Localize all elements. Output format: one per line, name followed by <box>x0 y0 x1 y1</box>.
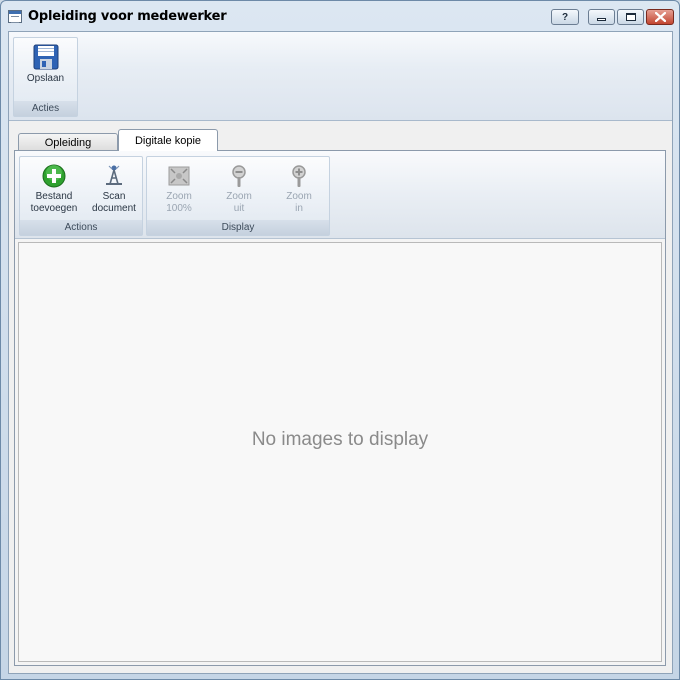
tab-digitale-kopie[interactable]: Digitale kopie <box>118 129 218 151</box>
close-button[interactable] <box>646 9 674 25</box>
save-button[interactable]: Opslaan <box>14 44 77 85</box>
document-ribbon: Bestand toevoegen Scan document Actions … <box>15 151 665 239</box>
zoom-out-button[interactable]: Zoom uit <box>211 164 267 215</box>
maximize-button[interactable] <box>617 9 644 25</box>
ribbon-group-acties: Opslaan Acties <box>13 37 78 117</box>
zoom-out-label-1: Zoom <box>226 191 252 202</box>
zoom-in-button[interactable]: Zoom in <box>271 164 327 215</box>
scan-document-button[interactable]: Scan document <box>86 164 142 215</box>
save-label: Opslaan <box>26 73 65 84</box>
ribbon-group-display: Zoom 100% Zoom uit Zoom in Display <box>146 156 330 236</box>
zoom-out-label-2: uit <box>233 203 245 214</box>
window-app-icon <box>8 10 22 23</box>
scan-label-2: document <box>92 203 136 214</box>
zoom-out-icon <box>232 165 246 187</box>
window-title: Opleiding voor medewerker <box>28 9 227 24</box>
ribbon-group-label: Display <box>147 220 329 235</box>
tab-label: Opleiding <box>44 137 92 149</box>
zoom-in-label-2: in <box>295 203 303 214</box>
close-icon <box>654 12 666 22</box>
tab-opleiding[interactable]: Opleiding <box>18 133 118 151</box>
zoom-100-button[interactable]: Zoom 100% <box>151 164 207 215</box>
zoom-100-label-2: 100% <box>166 203 192 214</box>
add-file-label-1: Bestand <box>35 191 73 202</box>
minimize-icon <box>597 18 606 21</box>
ribbon-group-label: Acties <box>14 101 77 116</box>
image-viewer[interactable]: No images to display <box>18 242 662 662</box>
tab-control: Opleiding Digitale kopie Bestand toevoeg… <box>8 121 673 674</box>
empty-state-message: No images to display <box>251 429 429 450</box>
add-file-label-2: toevoegen <box>30 203 78 214</box>
main-ribbon: Opslaan Acties <box>9 32 672 121</box>
scanner-icon <box>106 165 122 185</box>
zoom-in-label-1: Zoom <box>286 191 312 202</box>
scan-label-1: Scan <box>102 191 126 202</box>
maximize-icon <box>625 13 636 21</box>
title-bar[interactable]: Opleiding voor medewerker ? <box>1 1 679 31</box>
ribbon-group-actions: Bestand toevoegen Scan document Actions <box>19 156 143 236</box>
ribbon-group-label: Actions <box>20 220 142 235</box>
add-icon <box>42 164 66 188</box>
save-icon <box>33 44 58 70</box>
add-file-button[interactable]: Bestand toevoegen <box>24 164 84 215</box>
dialog-window: Opleiding voor medewerker ? Opslaan Acti… <box>0 0 680 680</box>
zoom-100-label-1: Zoom <box>166 191 192 202</box>
zoom-in-icon <box>292 165 306 187</box>
tab-panel-digitale-kopie: Bestand toevoegen Scan document Actions … <box>14 150 666 666</box>
help-button[interactable]: ? <box>551 9 579 25</box>
tab-label: Digitale kopie <box>134 135 202 147</box>
zoom-fit-icon <box>168 166 190 186</box>
minimize-button[interactable] <box>588 9 615 25</box>
